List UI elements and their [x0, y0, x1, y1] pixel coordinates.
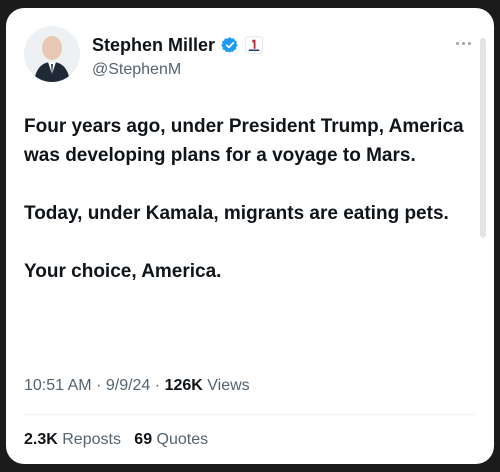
views-count: 126K [164, 377, 203, 394]
affiliation-badge-icon[interactable] [245, 36, 263, 54]
tweet-paragraph: Today, under Kamala, migrants are eating… [24, 203, 449, 224]
scrollbar[interactable] [480, 38, 486, 238]
engagement-stats: 2.3K Reposts 69 Quotes [24, 430, 208, 450]
tweet-header: Stephen Miller @StephenM [24, 26, 476, 92]
avatar[interactable] [24, 26, 80, 82]
tweet-card: Stephen Miller @StephenM Four years ago,… [6, 8, 494, 464]
quotes-stat[interactable]: 69 Quotes [134, 431, 208, 448]
tweet-meta: 10:51 AM · 9/9/24 · 126K Views [24, 376, 250, 396]
verified-badge-icon [221, 37, 238, 53]
separator-dot: · [154, 377, 165, 394]
tweet-time[interactable]: 10:51 AM [24, 377, 92, 394]
tweet-paragraph: Your choice, America. [24, 261, 222, 282]
quotes-count: 69 [134, 431, 153, 448]
handle[interactable]: @StephenM [92, 60, 181, 80]
divider [24, 414, 476, 415]
quotes-label: Quotes [156, 431, 209, 448]
name-row: Stephen Miller [92, 34, 263, 56]
views-label: Views [207, 377, 250, 394]
avatar-image [24, 26, 80, 82]
tweet-date[interactable]: 9/9/24 [106, 377, 150, 394]
reposts-count: 2.3K [24, 431, 58, 448]
tweet-text: Four years ago, under President Trump, A… [24, 112, 472, 315]
reposts-stat[interactable]: 2.3K Reposts [24, 431, 125, 448]
display-name[interactable]: Stephen Miller [92, 34, 215, 56]
tweet-paragraph: Four years ago, under President Trump, A… [24, 116, 464, 166]
more-options-icon[interactable] [454, 32, 476, 46]
reposts-label: Reposts [62, 431, 121, 448]
separator-dot: · [96, 377, 106, 394]
